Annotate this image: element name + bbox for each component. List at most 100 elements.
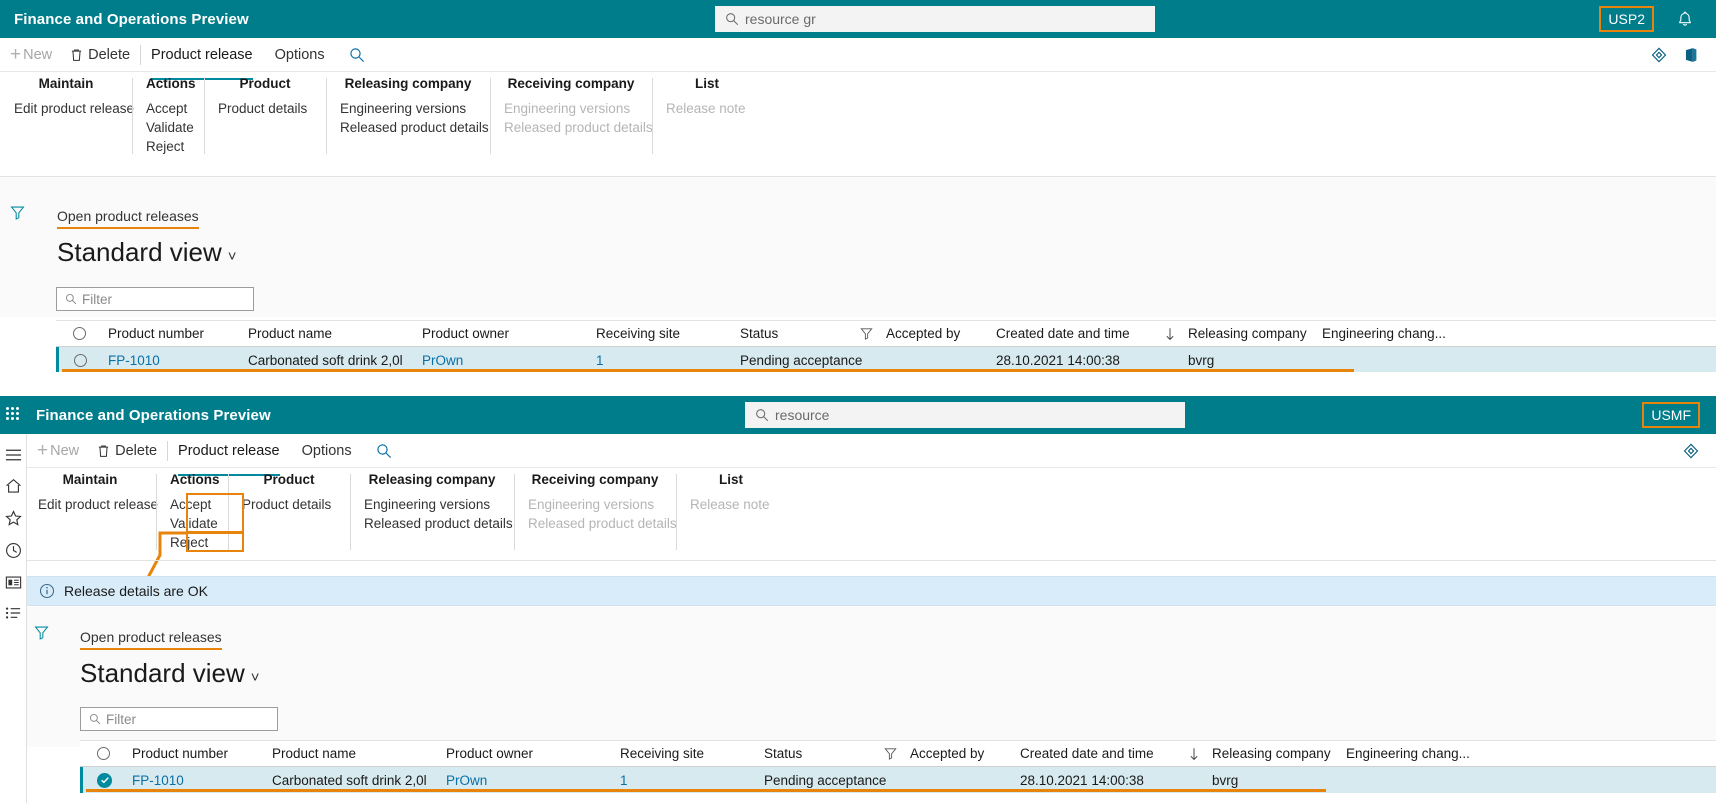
app-title: Finance and Operations Preview [36, 406, 271, 424]
tab-product-release[interactable]: Product release [151, 38, 253, 80]
command-divider [140, 44, 142, 65]
column-header-created-date-time[interactable]: Created date and time [1014, 746, 1182, 761]
ribbon-group-maintain: Maintain Edit product release [0, 76, 134, 158]
hamburger-menu-icon[interactable] [5, 448, 22, 462]
select-all-cell[interactable] [56, 327, 102, 340]
column-header-product-name[interactable]: Product name [242, 326, 416, 341]
home-icon[interactable] [5, 478, 22, 494]
ribbon-item-release-note: Release note [666, 101, 746, 116]
new-button[interactable]: + New [37, 434, 79, 467]
column-header-receiving-site[interactable]: Receiving site [590, 326, 734, 341]
star-favorites-icon[interactable] [4, 510, 22, 526]
tab-product-release-label: Product release [178, 442, 280, 459]
modules-list-icon[interactable] [5, 606, 22, 620]
panel-funnel-icon[interactable] [34, 625, 49, 645]
cell-status: Pending acceptance [740, 352, 863, 368]
cell-product-number[interactable]: FP-1010 [126, 773, 266, 788]
waffle-grid-icon[interactable] [6, 407, 22, 423]
ribbon-item-releasing-released-product-details[interactable]: Released product details [340, 118, 489, 137]
select-all-cell[interactable] [80, 747, 126, 760]
column-header-product-owner[interactable]: Product owner [440, 746, 614, 761]
panel-funnel-icon[interactable] [10, 205, 25, 225]
ribbon-item-edit-product-release[interactable]: Edit product release [14, 99, 134, 118]
view-title-bottom[interactable]: Standard view ˅ [80, 658, 260, 689]
tab-options[interactable]: Options [275, 38, 325, 71]
company-badge-bottom[interactable]: USMF [1642, 402, 1700, 428]
command-search-icon[interactable] [376, 434, 392, 467]
cell-product-owner[interactable]: PrOwn [416, 353, 590, 368]
column-header-accepted-by[interactable]: Accepted by [880, 326, 990, 341]
top-right-diamond-icon[interactable] [1650, 46, 1668, 69]
ribbon-item-validate[interactable]: Validate [146, 118, 194, 137]
column-header-engineering-change[interactable]: Engineering chang... [1340, 746, 1500, 761]
delete-button[interactable]: Delete [97, 434, 157, 467]
column-header-accepted-by[interactable]: Accepted by [904, 746, 1014, 761]
company-badge-top[interactable]: USP2 [1599, 6, 1654, 32]
clock-recent-icon[interactable] [5, 542, 22, 559]
top-right-office-icon[interactable] [1682, 46, 1700, 69]
cell-receiving-site[interactable]: 1 [614, 773, 758, 788]
workspaces-icon[interactable] [5, 575, 22, 590]
ribbon-item-releasing-released-product-details[interactable]: Released product details [364, 514, 513, 533]
ribbon-group-receiving-company: Receiving company Engineering versions R… [490, 76, 653, 158]
row-select-cell[interactable] [83, 772, 126, 788]
top-command-bar: + New Delete Product release Options [0, 38, 1716, 80]
sort-descending-icon[interactable] [1158, 327, 1182, 341]
ribbon-item-accept[interactable]: Accept [170, 495, 214, 514]
list-tab-open-product-releases[interactable]: Open product releases [57, 208, 199, 229]
column-header-releasing-company[interactable]: Releasing company [1182, 326, 1316, 341]
list-tab-open-product-releases[interactable]: Open product releases [80, 629, 222, 650]
status-funnel-icon[interactable] [878, 747, 904, 760]
new-button[interactable]: + New [10, 38, 52, 71]
table-row[interactable]: FP-1010 Carbonated soft drink 2,0l PrOwn… [56, 347, 1716, 373]
column-header-product-number[interactable]: Product number [102, 326, 242, 341]
ribbon-item-validate[interactable]: Validate [170, 514, 218, 533]
column-header-status[interactable]: Status [758, 746, 878, 761]
quick-filter-input-bottom[interactable]: Filter [80, 707, 278, 731]
global-search-input-bottom[interactable]: resource [745, 402, 1185, 428]
cell-product-number[interactable]: FP-1010 [102, 353, 242, 368]
column-header-engineering-change[interactable]: Engineering chang... [1316, 326, 1476, 341]
ribbon-item-edit-product-release[interactable]: Edit product release [38, 495, 158, 514]
ribbon-item-accept[interactable]: Accept [146, 99, 190, 118]
column-header-releasing-company[interactable]: Releasing company [1206, 746, 1340, 761]
cell-receiving-site[interactable]: 1 [590, 353, 734, 368]
left-navigation-rail [0, 434, 27, 803]
grid-header-row: Product number Product name Product owne… [56, 320, 1716, 347]
ribbon-group-actions: Actions Accept Validate Reject [132, 76, 204, 158]
tab-product-release[interactable]: Product release [178, 434, 280, 476]
list-tab-label: Open product releases [80, 629, 222, 645]
delete-button[interactable]: Delete [70, 38, 130, 71]
ribbon-group-title: Actions [146, 76, 196, 91]
ribbon-item-product-details[interactable]: Product details [242, 495, 336, 514]
table-row[interactable]: FP-1010 Carbonated soft drink 2,0l PrOwn… [80, 767, 1716, 793]
ribbon-group-title: Product [263, 472, 315, 487]
ribbon-item-reject[interactable]: Reject [170, 533, 214, 552]
bottom-right-diamond-icon[interactable] [1682, 442, 1700, 465]
bell-icon[interactable] [1676, 10, 1694, 33]
ribbon-group-title: Receiving company [507, 76, 635, 91]
ribbon-item-product-details[interactable]: Product details [218, 99, 312, 118]
cell-product-owner[interactable]: PrOwn [440, 773, 614, 788]
column-header-created-date-time[interactable]: Created date and time [990, 326, 1158, 341]
cell-product-name: Carbonated soft drink 2,0l [272, 772, 427, 788]
ribbon-item-reject[interactable]: Reject [146, 137, 190, 156]
global-search-input[interactable]: resource gr [715, 6, 1155, 32]
sort-descending-icon[interactable] [1182, 747, 1206, 761]
column-header-product-owner[interactable]: Product owner [416, 326, 590, 341]
ribbon-item-releasing-engineering-versions[interactable]: Engineering versions [340, 99, 476, 118]
column-header-status[interactable]: Status [734, 326, 854, 341]
status-funnel-icon[interactable] [854, 327, 880, 340]
new-button-label: New [50, 442, 80, 459]
cell-created-date-time: 28.10.2021 14:00:38 [996, 352, 1120, 368]
column-header-product-number[interactable]: Product number [126, 746, 266, 761]
view-title-top[interactable]: Standard view ˅ [57, 237, 237, 268]
column-header-product-name[interactable]: Product name [266, 746, 440, 761]
column-header-receiving-site[interactable]: Receiving site [614, 746, 758, 761]
quick-filter-placeholder: Filter [82, 291, 112, 307]
command-search-icon[interactable] [349, 38, 365, 71]
ribbon-item-releasing-engineering-versions[interactable]: Engineering versions [364, 495, 500, 514]
tab-options[interactable]: Options [302, 434, 352, 467]
row-select-cell[interactable] [59, 353, 102, 367]
quick-filter-input-top[interactable]: Filter [56, 287, 254, 311]
